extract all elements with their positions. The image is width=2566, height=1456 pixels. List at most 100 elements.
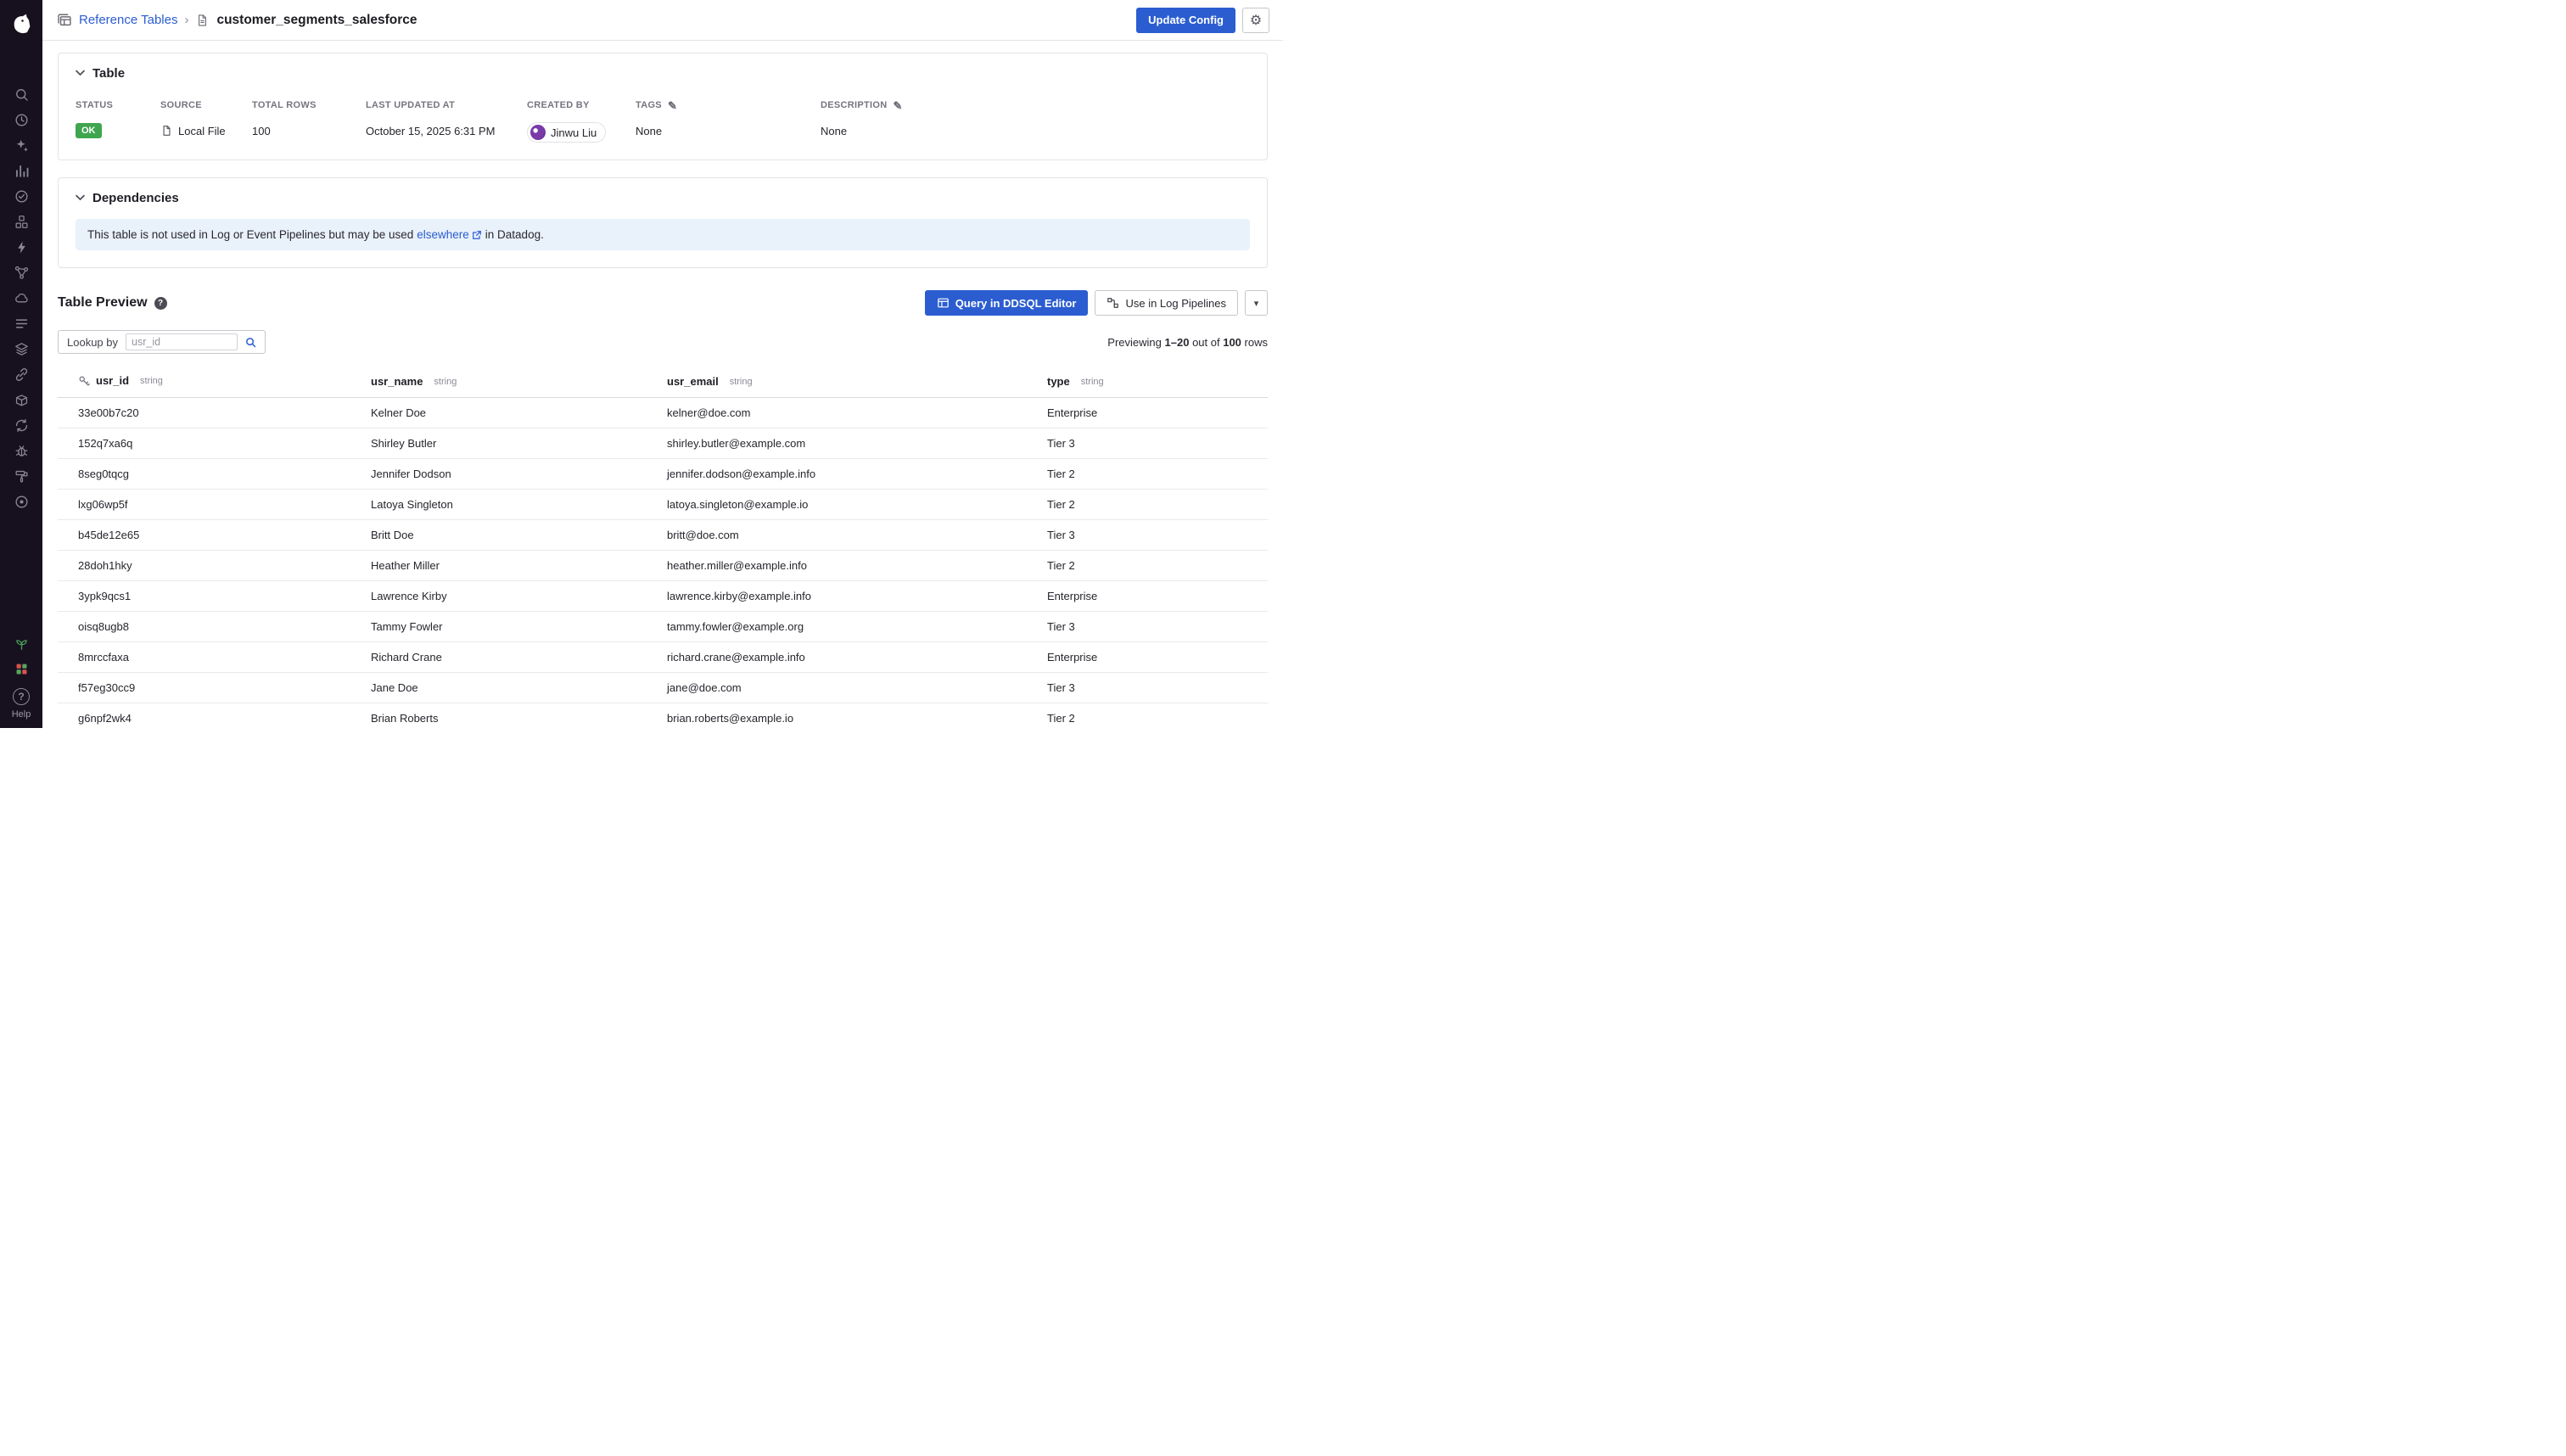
table-preview-section: Table Preview ? Query in DDSQL Editor Us…: [58, 290, 1268, 728]
page-title: customer_segments_salesforce: [216, 13, 417, 28]
cell-usr-name: Latoya Singleton: [361, 489, 657, 519]
status-label: STATUS: [76, 99, 150, 111]
cell-usr-id: 28doh1hky: [58, 550, 361, 580]
network-icon[interactable]: [7, 260, 36, 285]
use-in-log-pipelines-button[interactable]: Use in Log Pipelines: [1095, 290, 1238, 316]
list-icon[interactable]: [7, 311, 36, 336]
edit-description-icon[interactable]: ✎: [893, 100, 902, 111]
cell-type: Tier 3: [1037, 428, 1268, 458]
table-row: f57eg30cc9 Jane Doe jane@doe.com Tier 3: [58, 672, 1268, 703]
table-header-row: usr_id string usr_namestring usr_emailst…: [58, 366, 1268, 397]
total-rows-label: TOTAL ROWS: [252, 99, 356, 111]
column-header-usr-name[interactable]: usr_namestring: [361, 366, 657, 397]
bar-chart-icon[interactable]: [7, 158, 36, 183]
blocks-icon[interactable]: [7, 656, 36, 681]
description-label: DESCRIPTION: [821, 100, 887, 110]
table-preview-title: Table Preview: [58, 295, 148, 311]
file-icon: [160, 124, 173, 137]
preview-table: usr_id string usr_namestring usr_emailst…: [58, 366, 1268, 728]
sync-icon[interactable]: [7, 412, 36, 438]
pipelines-dropdown-button[interactable]: ▾: [1245, 290, 1268, 316]
cell-type: Tier 2: [1037, 458, 1268, 489]
cloud-icon[interactable]: [7, 285, 36, 311]
total-rows-value: 100: [252, 125, 271, 137]
cell-usr-email: shirley.butler@example.com: [657, 428, 1037, 458]
field-description: DESCRIPTION ✎ None: [821, 99, 1250, 143]
lightning-icon[interactable]: [7, 234, 36, 260]
cell-usr-id: 152q7xa6q: [58, 428, 361, 458]
lookup-control: Lookup by: [58, 330, 266, 354]
table-row: lxg06wp5f Latoya Singleton latoya.single…: [58, 489, 1268, 519]
help-icon[interactable]: ?: [13, 688, 30, 705]
dependencies-card-title: Dependencies: [92, 191, 179, 205]
help-label: Help: [12, 709, 31, 720]
dependencies-card: Dependencies This table is not used in L…: [58, 177, 1268, 268]
cell-usr-id: f57eg30cc9: [58, 672, 361, 703]
table-row: b45de12e65 Britt Doe britt@doe.com Tier …: [58, 519, 1268, 550]
external-link-icon: [472, 230, 482, 240]
cell-usr-email: kelner@doe.com: [657, 397, 1037, 428]
settings-gear-button[interactable]: ⚙: [1242, 8, 1269, 33]
table-card-title: Table: [92, 66, 125, 81]
package-icon[interactable]: [7, 387, 36, 412]
preview-total: 100: [1223, 336, 1241, 349]
sidebar-bottom-icons: [7, 630, 36, 681]
search-icon[interactable]: [7, 81, 36, 107]
field-tags: TAGS ✎ None: [636, 99, 821, 143]
lookup-input[interactable]: [126, 333, 238, 350]
elsewhere-link[interactable]: elsewhere: [417, 228, 482, 241]
app-sidebar: ? Help: [0, 0, 42, 728]
cell-usr-id: 8seg0tqcg: [58, 458, 361, 489]
help-tooltip-icon[interactable]: ?: [154, 297, 167, 310]
paint-roller-icon[interactable]: [7, 463, 36, 489]
cell-usr-id: 3ypk9qcs1: [58, 580, 361, 611]
table-row: oisq8ugb8 Tammy Fowler tammy.fowler@exam…: [58, 611, 1268, 641]
update-config-button[interactable]: Update Config: [1136, 8, 1235, 33]
bug-icon[interactable]: [7, 438, 36, 463]
table-card-header[interactable]: Table: [76, 66, 125, 81]
table-card: Table STATUS OK SOURCE Local File TOTAL …: [58, 53, 1268, 160]
main-area: Reference Tables › customer_segments_sal…: [42, 0, 1283, 728]
link-icon[interactable]: [7, 361, 36, 387]
table-meta-fields: STATUS OK SOURCE Local File TOTAL ROWS 1…: [76, 99, 1250, 143]
dependencies-card-header[interactable]: Dependencies: [76, 191, 179, 205]
cell-usr-email: brian.roberts@example.io: [657, 703, 1037, 728]
column-header-type[interactable]: typestring: [1037, 366, 1268, 397]
lookup-search-button[interactable]: [238, 332, 263, 352]
dependencies-message-suffix: in Datadog.: [485, 228, 544, 241]
column-header-usr-email[interactable]: usr_emailstring: [657, 366, 1037, 397]
cell-type: Tier 3: [1037, 611, 1268, 641]
history-icon[interactable]: [7, 107, 36, 132]
preview-actions: Query in DDSQL Editor Use in Log Pipelin…: [925, 290, 1268, 316]
cell-type: Enterprise: [1037, 580, 1268, 611]
cubes-icon[interactable]: [7, 209, 36, 234]
cell-usr-email: jane@doe.com: [657, 672, 1037, 703]
cell-usr-email: lawrence.kirby@example.info: [657, 580, 1037, 611]
layers-icon[interactable]: [7, 336, 36, 361]
column-header-usr-id[interactable]: usr_id string: [58, 366, 361, 397]
table-row: 3ypk9qcs1 Lawrence Kirby lawrence.kirby@…: [58, 580, 1268, 611]
last-updated-label: LAST UPDATED AT: [366, 99, 517, 111]
cell-type: Tier 3: [1037, 519, 1268, 550]
field-created-by: CREATED BY Jinwu Liu: [527, 99, 636, 143]
sparkles-icon[interactable]: [7, 132, 36, 158]
cell-usr-name: Kelner Doe: [361, 397, 657, 428]
sidebar-bottom: ? Help: [7, 630, 36, 728]
created-by-user-pill: Jinwu Liu: [527, 122, 606, 143]
gear-icon: ⚙: [1250, 12, 1262, 29]
table-row: g6npf2wk4 Brian Roberts brian.roberts@ex…: [58, 703, 1268, 728]
check-circle-icon[interactable]: [7, 183, 36, 209]
target-icon[interactable]: [7, 489, 36, 514]
edit-tags-icon[interactable]: ✎: [668, 100, 677, 111]
breadcrumb-reference-tables-link[interactable]: Reference Tables: [79, 13, 177, 27]
breadcrumb-separator: ›: [184, 13, 188, 27]
caret-down-icon: ▾: [1254, 298, 1259, 309]
lookup-by-label: Lookup by: [59, 336, 126, 349]
created-by-value: Jinwu Liu: [551, 126, 597, 139]
cell-usr-id: g6npf2wk4: [58, 703, 361, 728]
plant-icon[interactable]: [7, 630, 36, 656]
created-by-label: CREATED BY: [527, 99, 625, 111]
datadog-logo-icon[interactable]: [7, 8, 36, 37]
reference-tables-icon: [56, 12, 72, 28]
query-ddsql-button[interactable]: Query in DDSQL Editor: [925, 290, 1089, 316]
